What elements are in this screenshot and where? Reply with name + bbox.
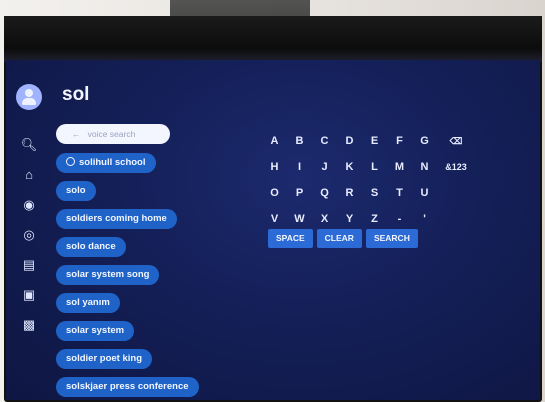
key-l[interactable]: L [362, 156, 387, 178]
home-icon[interactable]: ⌂ [20, 166, 38, 184]
key-k[interactable]: K [337, 156, 362, 178]
key-e[interactable]: E [362, 130, 387, 152]
clear-button[interactable]: CLEAR [316, 229, 362, 248]
target-icon[interactable]: ◎ [20, 226, 38, 244]
tv-screen: sol 🔍︎ ⌂ ◉ ◎ ▤ ▣ ▩ ← voice search solihu… [6, 60, 540, 400]
account-avatar[interactable] [16, 84, 42, 110]
onscreen-keyboard: A B C D E F G ⌫ H I J K L M N &123 OPQRSTU V W X Y Z - ' [262, 130, 475, 234]
key-b[interactable]: B [287, 130, 312, 152]
key-y[interactable]: Y [337, 208, 362, 230]
key-u[interactable]: U [412, 182, 437, 204]
suggestion-chip[interactable]: solar system [56, 321, 135, 341]
key-i[interactable]: I [287, 156, 312, 178]
key-apostrophe[interactable]: ' [412, 208, 437, 230]
search-icon[interactable]: 🔍︎ [20, 136, 38, 154]
key-f[interactable]: F [387, 130, 412, 152]
symbols-key[interactable]: &123 [437, 156, 475, 178]
key-q[interactable]: Q [312, 182, 337, 204]
search-button[interactable]: SEARCH [365, 229, 418, 248]
key-t[interactable]: T [387, 182, 412, 204]
key-o[interactable]: O [262, 182, 287, 204]
key-m[interactable]: M [387, 156, 412, 178]
navigation-rail: 🔍︎ ⌂ ◉ ◎ ▤ ▣ ▩ [20, 136, 38, 346]
keyboard-actions: SPACE CLEAR SEARCH [268, 228, 422, 248]
key-g[interactable]: G [412, 130, 437, 152]
key-h[interactable]: H [262, 156, 287, 178]
key-dash[interactable]: - [387, 208, 412, 230]
suggestion-chip[interactable]: solo dance [56, 237, 126, 257]
suggestion-chip[interactable]: sol yanım [56, 293, 120, 313]
suggestion-list: ← voice search solihull school solo sold… [56, 124, 246, 400]
tv-icon[interactable]: ▣ [20, 286, 38, 304]
key-w[interactable]: W [287, 208, 312, 230]
key-r[interactable]: R [337, 182, 362, 204]
key-v[interactable]: V [262, 208, 287, 230]
suggestion-chip[interactable]: solihull school [56, 153, 156, 173]
suggestion-chip[interactable]: solo [56, 181, 96, 201]
suggestion-chip[interactable]: solar system song [56, 265, 160, 285]
library-icon[interactable]: ▩ [20, 316, 38, 334]
search-query-text: sol [62, 84, 90, 105]
space-button[interactable]: SPACE [268, 229, 313, 248]
tv-top-bezel [4, 16, 542, 62]
key-j[interactable]: J [312, 156, 337, 178]
controller-icon[interactable]: ◉ [20, 196, 38, 214]
backspace-key[interactable]: ⌫ [437, 130, 475, 152]
suggestion-chip[interactable]: solskjaer press conference [56, 377, 199, 397]
key-x[interactable]: X [312, 208, 337, 230]
key-p[interactable]: P [287, 182, 312, 204]
key-c[interactable]: C [312, 130, 337, 152]
key-a[interactable]: A [262, 130, 287, 152]
key-d[interactable]: D [337, 130, 362, 152]
voice-search-field[interactable]: ← voice search [56, 124, 170, 144]
key-n[interactable]: N [412, 156, 437, 178]
suggestion-chip[interactable]: soldier poet king [56, 349, 153, 369]
key-z[interactable]: Z [362, 208, 387, 230]
history-icon [66, 157, 75, 166]
key-s[interactable]: S [362, 182, 387, 204]
suggestion-chip[interactable]: soldiers coming home [56, 209, 177, 229]
news-icon[interactable]: ▤ [20, 256, 38, 274]
